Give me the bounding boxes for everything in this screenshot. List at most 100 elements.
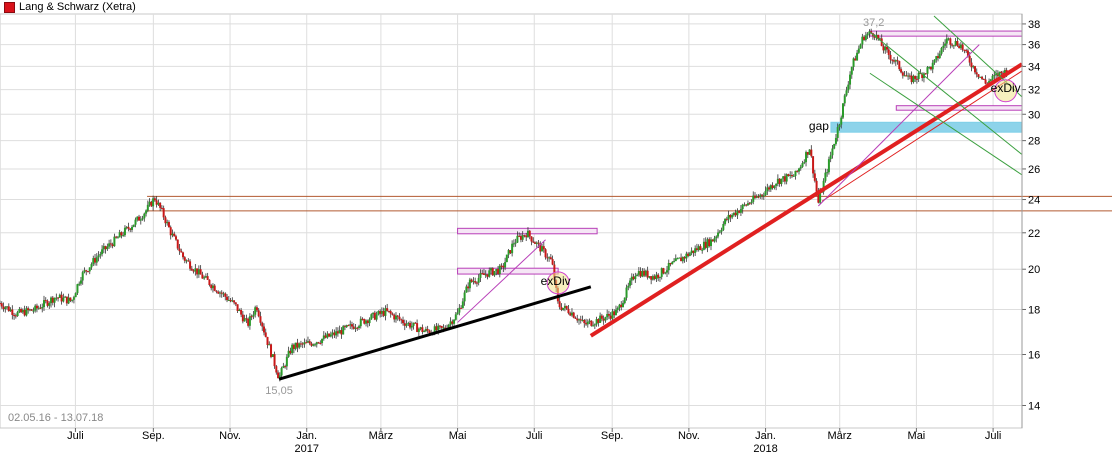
candle-body xyxy=(516,235,519,243)
candle-body xyxy=(928,66,931,68)
candle-body xyxy=(541,246,544,252)
candle-body xyxy=(273,354,276,367)
candle-body xyxy=(453,319,456,324)
candle-body xyxy=(224,293,227,297)
candle-body xyxy=(477,277,480,283)
candle-body xyxy=(935,56,938,60)
candle-body xyxy=(130,226,133,230)
candle-body xyxy=(180,251,183,253)
candle-body xyxy=(394,315,397,320)
candle-body xyxy=(423,331,426,333)
candle-body xyxy=(622,303,625,308)
candle-body xyxy=(262,326,265,333)
candle-body xyxy=(138,216,141,221)
candle-body xyxy=(894,60,897,62)
candle-body xyxy=(750,201,753,204)
candle-body xyxy=(729,214,732,218)
candle-body xyxy=(887,49,890,55)
candle-body xyxy=(829,155,832,160)
candle-body xyxy=(424,328,427,332)
candle-body xyxy=(393,314,396,320)
candle-body xyxy=(159,202,162,208)
candle-body xyxy=(122,235,125,237)
candle-body xyxy=(213,285,216,291)
candle-body xyxy=(655,274,658,279)
candle-body xyxy=(465,286,468,293)
candle-body xyxy=(4,307,7,309)
candle-body xyxy=(23,309,26,316)
candle-body xyxy=(472,281,475,283)
candle-body xyxy=(285,356,288,367)
candle-body xyxy=(238,309,241,311)
candle-body xyxy=(377,311,380,315)
candle-body xyxy=(407,322,410,325)
candle-body xyxy=(203,277,206,279)
candle-body xyxy=(521,235,524,240)
candle-body xyxy=(857,48,860,53)
candle-body xyxy=(789,175,792,177)
candle-body xyxy=(893,60,896,62)
candle-body xyxy=(90,264,93,268)
candle-body xyxy=(116,237,119,239)
candle-body xyxy=(299,343,302,345)
candle-body xyxy=(352,326,355,329)
annotation-label: exDiv xyxy=(541,274,571,288)
candle-body xyxy=(92,258,95,265)
candle-body xyxy=(863,36,866,40)
candle-body xyxy=(882,46,885,51)
candle-body xyxy=(736,210,739,216)
candle-body xyxy=(660,268,663,277)
candle-body xyxy=(687,253,690,256)
candle-body xyxy=(535,242,538,244)
candle-body xyxy=(711,239,714,242)
candle-body xyxy=(658,276,661,278)
candle-body xyxy=(602,318,605,321)
candle-body xyxy=(908,75,911,77)
candle-body xyxy=(498,265,501,275)
candle-body xyxy=(768,187,771,190)
candle-body xyxy=(782,176,785,179)
candle-body xyxy=(65,296,68,304)
candle-body xyxy=(349,324,352,326)
candle-body xyxy=(484,274,487,276)
candle-body xyxy=(115,236,118,238)
candle-body xyxy=(593,324,596,326)
candle-body xyxy=(322,335,325,339)
candle-body xyxy=(389,311,392,314)
candle-body xyxy=(901,72,904,76)
candle-body xyxy=(752,195,755,202)
candle-body xyxy=(211,285,214,289)
candle-body xyxy=(0,303,3,307)
candle-body xyxy=(761,194,764,196)
candle-body xyxy=(58,294,61,298)
candle-body xyxy=(850,66,853,75)
candle-body xyxy=(120,232,123,236)
candle-body xyxy=(801,163,804,167)
candle-body xyxy=(356,327,359,329)
candle-body xyxy=(546,257,549,259)
candle-body xyxy=(257,310,260,317)
candle-body xyxy=(981,76,984,79)
candle-body xyxy=(979,76,982,78)
candle-body xyxy=(176,239,179,249)
y-tick-label: 16 xyxy=(1028,349,1040,361)
candle-body xyxy=(340,330,343,335)
support-zone xyxy=(869,30,1023,37)
candle-body xyxy=(20,308,23,313)
candle-body xyxy=(174,236,177,240)
candle-body xyxy=(833,143,836,149)
candle-body xyxy=(748,203,751,205)
candle-body xyxy=(581,319,584,321)
candle-body xyxy=(776,178,779,184)
candle-body xyxy=(336,331,339,334)
y-tick-label: 20 xyxy=(1028,264,1040,276)
candle-body xyxy=(291,344,294,354)
candle-body xyxy=(86,271,89,273)
candle-body xyxy=(437,325,440,331)
candle-body xyxy=(958,45,961,49)
candle-body xyxy=(694,248,697,253)
candle-body xyxy=(387,310,390,312)
candle-body xyxy=(440,326,443,328)
candle-body xyxy=(335,331,338,336)
candle-body xyxy=(7,306,10,312)
